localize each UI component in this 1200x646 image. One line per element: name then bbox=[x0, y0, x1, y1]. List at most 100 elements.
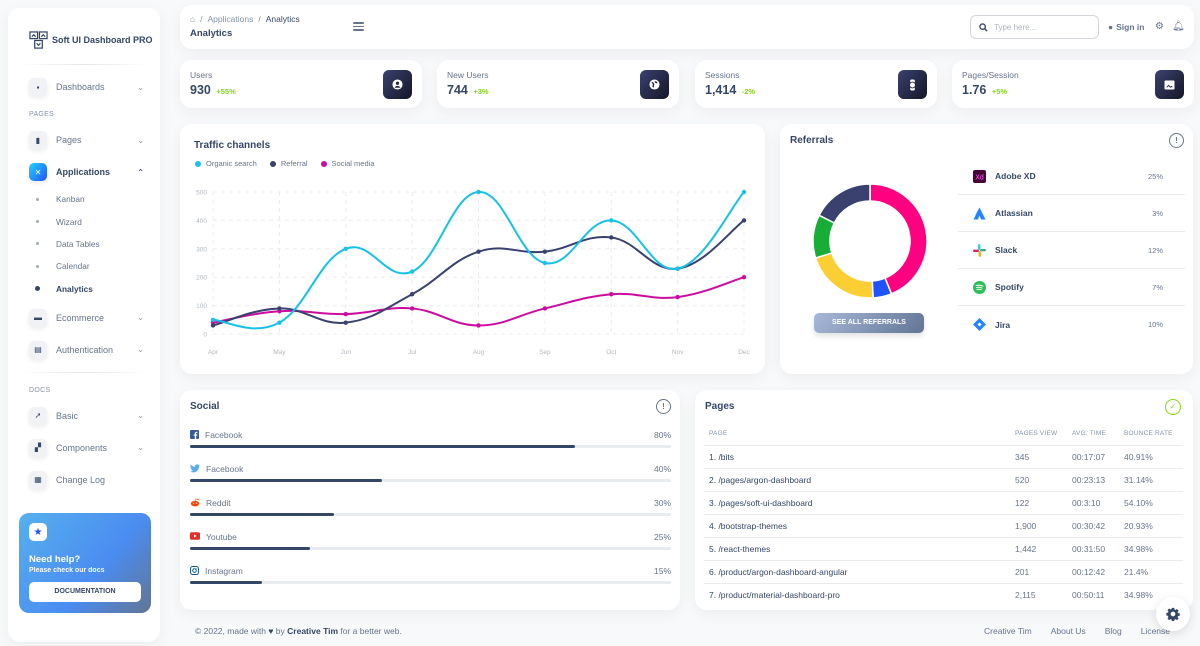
info-icon[interactable]: ! bbox=[1169, 133, 1184, 148]
data-point[interactable] bbox=[741, 275, 747, 280]
user-icon bbox=[383, 70, 412, 99]
cell-bounce-rate: 21.4% bbox=[1124, 560, 1183, 584]
data-point[interactable] bbox=[476, 249, 481, 254]
data-point[interactable] bbox=[409, 306, 415, 311]
table-row[interactable]: 5. /react-themes 1,442 00:31:50 34.98% bbox=[704, 537, 1183, 561]
legend-item-referral[interactable]: Referral bbox=[269, 159, 308, 168]
sidebar-item-label: Components bbox=[56, 442, 108, 453]
referral-row-jira[interactable]: Jira 10% bbox=[958, 306, 1185, 343]
table-row[interactable]: 3. /pages/soft-ui-dashboard 122 00:3:10 54.… bbox=[704, 491, 1183, 515]
sidebar-sub-calendar[interactable]: Calendar bbox=[8, 255, 160, 277]
data-point[interactable] bbox=[343, 320, 348, 325]
brand-name: Soft UI Dashboard PRO bbox=[52, 35, 153, 45]
data-point[interactable] bbox=[277, 306, 282, 311]
breadcrumb-parent[interactable]: Applications bbox=[208, 14, 254, 24]
referral-row-spotify[interactable]: Spotify 7% bbox=[958, 269, 1185, 306]
sidebar-item-dashboards[interactable]: ▪ Dashboards ⌄ bbox=[8, 71, 160, 103]
info-icon[interactable]: ! bbox=[656, 399, 671, 414]
data-point[interactable] bbox=[343, 311, 348, 317]
table-row[interactable]: 4. /bootstrap-themes 1,900 00:30:42 20.93% bbox=[704, 514, 1183, 538]
data-point[interactable] bbox=[675, 266, 680, 271]
table-row[interactable]: 6. /product/argon-dashboard-angular 201 00… bbox=[704, 560, 1183, 584]
social-card: Social ! Facebook 80% Facebook 40% Reddit 3… bbox=[180, 390, 680, 610]
data-point[interactable] bbox=[476, 189, 481, 195]
chevron-down-icon: ⌄ bbox=[137, 443, 144, 453]
column-header-page[interactable]: PAGE bbox=[704, 423, 1015, 446]
data-point[interactable] bbox=[675, 294, 680, 300]
breadcrumb-current: Analytics bbox=[265, 14, 300, 24]
data-point[interactable] bbox=[609, 235, 614, 240]
data-point[interactable] bbox=[609, 218, 614, 223]
table-row[interactable]: 2. /pages/argon-dashboard 520 00:23:13 31.1… bbox=[704, 468, 1183, 492]
sidebar-sub-data-tables[interactable]: Data Tables bbox=[8, 233, 160, 255]
footer-link-creative-tim[interactable]: Creative Tim bbox=[984, 626, 1032, 636]
footer-author-link[interactable]: Creative Tim bbox=[287, 626, 338, 636]
sidebar-item-changelog[interactable]: ▦ Change Log bbox=[8, 464, 160, 496]
chevron-down-icon: ⌄ bbox=[137, 411, 144, 421]
referral-name: Adobe XD bbox=[995, 171, 1036, 181]
progress-bar bbox=[190, 445, 671, 448]
watch-icon bbox=[898, 70, 927, 99]
sidebar-item-ecommerce[interactable]: ▬ Ecommerce ⌄ bbox=[8, 302, 160, 334]
legend-item-social[interactable]: Social media bbox=[320, 159, 375, 168]
data-point[interactable] bbox=[409, 269, 415, 274]
donut-slice-jira[interactable] bbox=[818, 183, 871, 224]
bell-icon[interactable]: 🔔︎ bbox=[1172, 21, 1185, 32]
social-name: Facebook bbox=[205, 430, 243, 440]
configurator-button[interactable] bbox=[1156, 597, 1190, 631]
data-point[interactable] bbox=[409, 292, 415, 297]
check-circle-icon[interactable]: ✓ bbox=[1165, 399, 1181, 415]
data-point[interactable] bbox=[343, 246, 348, 251]
see-all-referrals-button[interactable]: SEE ALL REFERRALS bbox=[814, 313, 924, 333]
data-point[interactable] bbox=[542, 306, 548, 311]
data-point[interactable] bbox=[210, 323, 216, 328]
hamburger-menu-icon[interactable] bbox=[353, 22, 364, 33]
cell-page: 1. /bits bbox=[704, 445, 1015, 469]
table-row[interactable]: 1. /bits 345 00:17:07 40.91% bbox=[704, 445, 1183, 469]
cell-avg-time: 00:50:11 bbox=[1072, 589, 1105, 600]
search-input[interactable] bbox=[994, 22, 1084, 32]
sidebar-item-applications[interactable]: ✕ Applications ⌃ bbox=[8, 156, 160, 188]
column-header-pages-view[interactable]: PAGES VIEW bbox=[1015, 423, 1072, 446]
cell-page: 6. /product/argon-dashboard-angular bbox=[704, 560, 1015, 584]
brand[interactable]: Soft UI Dashboard PRO bbox=[8, 8, 160, 58]
table-row[interactable]: 7. /product/material-dashboard-pro 2,115 0… bbox=[704, 583, 1183, 606]
sidebar-item-label: Ecommerce bbox=[56, 312, 105, 323]
donut-slice-adobe-xd[interactable] bbox=[869, 183, 928, 295]
documentation-button[interactable]: DOCUMENTATION bbox=[29, 582, 141, 602]
sidebar-item-pages[interactable]: ▮ Pages ⌄ bbox=[8, 124, 160, 156]
data-point[interactable] bbox=[609, 292, 614, 297]
data-point[interactable] bbox=[277, 320, 282, 325]
sidebar-item-authentication[interactable]: ▤ Authentication ⌄ bbox=[8, 334, 160, 366]
column-header-avg-time[interactable]: AVG. TIME bbox=[1072, 423, 1124, 446]
data-point[interactable] bbox=[542, 249, 548, 254]
stat-label: New Users bbox=[447, 70, 489, 80]
sidebar-sub-wizard[interactable]: Wizard bbox=[8, 210, 160, 232]
data-point[interactable] bbox=[476, 323, 481, 328]
data-point[interactable] bbox=[741, 189, 747, 195]
breadcrumb: ⌂ / Applications / Analytics bbox=[190, 14, 300, 24]
data-point[interactable] bbox=[210, 317, 216, 322]
cell-avg-time: 00:3:10 bbox=[1072, 491, 1124, 515]
basket-icon: ▬ bbox=[29, 308, 47, 327]
footer-link-about-us[interactable]: About Us bbox=[1051, 626, 1086, 636]
image-icon bbox=[1155, 70, 1184, 99]
sign-in-link[interactable]: ● Sign in bbox=[1108, 22, 1144, 32]
sidebar-sub-analytics[interactable]: Analytics bbox=[8, 278, 160, 300]
referral-row-atlassian[interactable]: Atlassian 3% bbox=[958, 195, 1185, 232]
sidebar-item-basic[interactable]: ➚ Basic ⌄ bbox=[8, 400, 160, 432]
sidebar-item-components[interactable]: ▞ Components ⌄ bbox=[8, 432, 160, 464]
footer-link-blog[interactable]: Blog bbox=[1105, 626, 1122, 636]
home-icon[interactable]: ⌂ bbox=[190, 14, 195, 24]
data-point[interactable] bbox=[741, 218, 747, 223]
donut-slice-slack[interactable] bbox=[814, 252, 874, 299]
gear-icon[interactable]: ⚙ bbox=[1155, 21, 1164, 32]
referral-row-slack[interactable]: Slack 12% bbox=[958, 232, 1185, 269]
bullet-icon bbox=[36, 197, 39, 201]
referral-row-adobe-xd[interactable]: Xd Adobe XD 25% bbox=[958, 158, 1185, 195]
legend-item-organic[interactable]: Organic search bbox=[195, 159, 257, 168]
progress-fill bbox=[190, 513, 335, 516]
data-point[interactable] bbox=[542, 260, 548, 266]
sidebar-sub-kanban[interactable]: Kanban bbox=[8, 188, 160, 210]
column-header-bounce-rate[interactable]: BOUNCE RATE bbox=[1124, 423, 1183, 446]
